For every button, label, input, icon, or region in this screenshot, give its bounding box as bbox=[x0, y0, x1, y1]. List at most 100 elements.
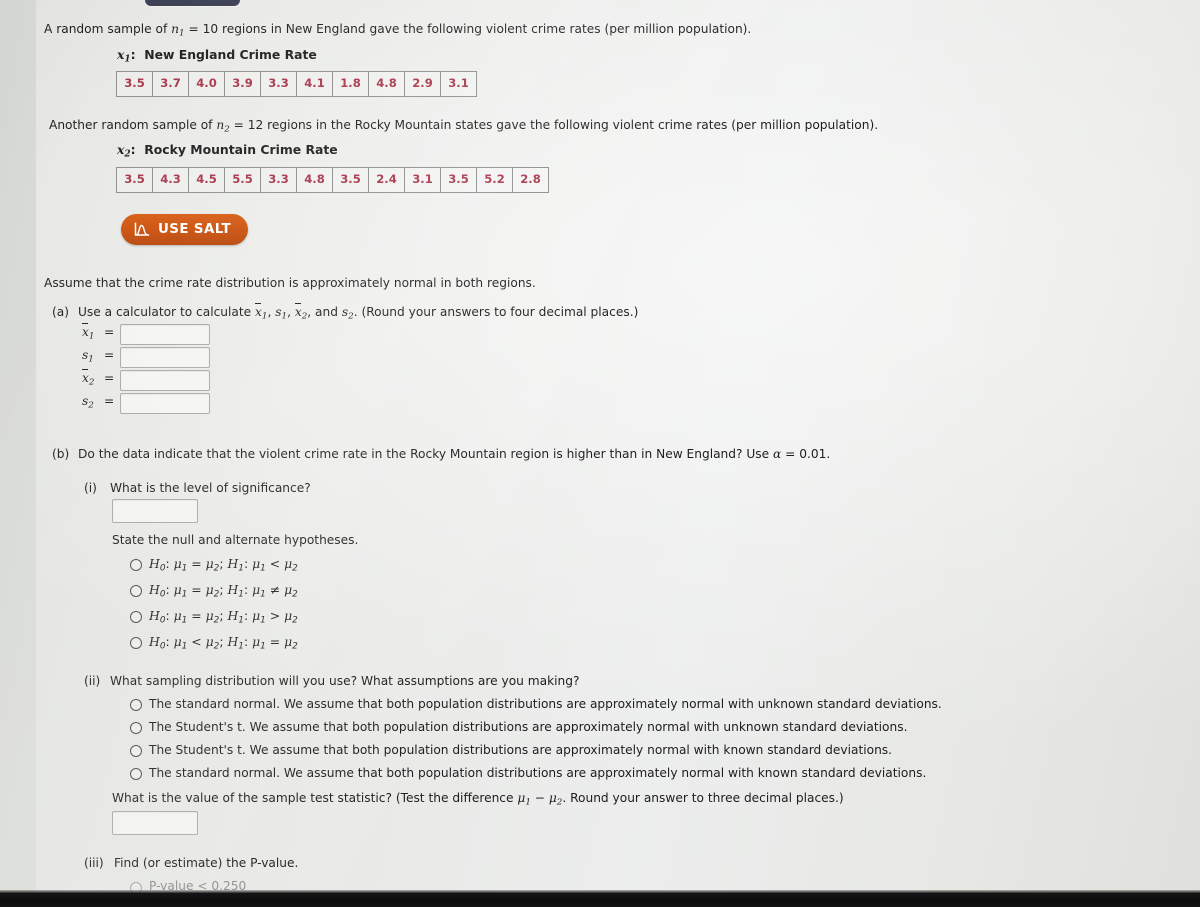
sampling-distribution-question-text: What sampling distribution will you use?… bbox=[110, 674, 580, 688]
sampling-option-4[interactable]: The standard normal. We assume that both… bbox=[130, 765, 926, 781]
statement-2-pre: Another random sample of bbox=[49, 118, 217, 132]
table-cell: 4.1 bbox=[296, 71, 333, 97]
table-cell: 2.9 bbox=[404, 71, 441, 97]
table-cell: 3.7 bbox=[152, 71, 189, 97]
radio-icon[interactable] bbox=[130, 637, 142, 649]
statement-sample-2: Another random sample of n2 = 12 regions… bbox=[49, 117, 878, 136]
table-cell: 3.5 bbox=[332, 167, 369, 193]
part-b-ii-tag: (ii) bbox=[84, 674, 101, 688]
hypothesis-option-3-label: H0: μ1 = μ2; H1: μ1 > μ2 bbox=[149, 608, 298, 626]
s1-symbol: s1 bbox=[275, 305, 288, 322]
statement-sample-1: A random sample of n1 = 10 regions in Ne… bbox=[44, 21, 751, 40]
part-a-prompt-post: (Round your answers to four decimal plac… bbox=[357, 305, 639, 319]
x1-bar-row: x1 = bbox=[82, 322, 115, 343]
table-2-label: x2: Rocky Mountain Crime Rate bbox=[117, 142, 338, 161]
sampling-option-4-label: The standard normal. We assume that both… bbox=[149, 766, 927, 780]
s1-label: s1 bbox=[82, 348, 94, 365]
table-cell: 4.0 bbox=[188, 71, 225, 97]
equals-sign: = bbox=[104, 348, 115, 362]
table-cell: 5.5 bbox=[224, 167, 261, 193]
sampling-option-3[interactable]: The Student's t. We assume that both pop… bbox=[130, 742, 892, 758]
hypothesis-option-2-label: H0: μ1 = μ2; H1: μ1 ≠ μ2 bbox=[149, 582, 298, 600]
part-b-iii-question: (iii) Find (or estimate) the P-value. bbox=[84, 855, 298, 871]
table-cell: 2.4 bbox=[368, 167, 405, 193]
n1-symbol: n1 bbox=[171, 22, 185, 39]
sampling-option-2[interactable]: The Student's t. We assume that both pop… bbox=[130, 719, 907, 735]
hypotheses-heading: State the null and alternate hypotheses. bbox=[112, 533, 359, 547]
x2-bar-label: x2 bbox=[82, 368, 95, 388]
p-value-question-text: Find (or estimate) the P-value. bbox=[114, 856, 299, 870]
s2-symbol: s2 bbox=[341, 305, 354, 322]
equals-sign: = bbox=[104, 371, 115, 385]
table-2-var-symbol: x2 bbox=[117, 142, 131, 160]
hypothesis-option-3[interactable]: H0: μ1 = μ2; H1: μ1 > μ2 bbox=[130, 608, 298, 627]
radio-icon[interactable] bbox=[130, 611, 142, 623]
part-a-tag: (a) bbox=[52, 305, 69, 319]
test-statistic-input[interactable] bbox=[112, 811, 198, 835]
hypothesis-option-2[interactable]: H0: μ1 = μ2; H1: μ1 ≠ μ2 bbox=[130, 582, 298, 601]
table-cell: 5.2 bbox=[476, 167, 513, 193]
screen-photo-frame: A random sample of n1 = 10 regions in Ne… bbox=[0, 0, 1200, 907]
table-row: 3.5 3.7 4.0 3.9 3.3 4.1 1.8 4.8 2.9 3.1 bbox=[116, 71, 477, 97]
s1-input[interactable] bbox=[120, 347, 210, 368]
radio-icon[interactable] bbox=[130, 768, 142, 780]
hypothesis-option-1-label: H0: μ1 = μ2; H1: μ1 < μ2 bbox=[149, 556, 298, 574]
table-cell: 3.5 bbox=[116, 71, 153, 97]
table-2-title: Rocky Mountain Crime Rate bbox=[144, 142, 338, 157]
part-a-prompt-pre: Use a calculator to calculate bbox=[78, 305, 256, 319]
equals-sign: = bbox=[104, 394, 115, 408]
radio-icon[interactable] bbox=[130, 585, 142, 597]
use-salt-button[interactable]: USE SALT bbox=[121, 214, 248, 245]
x2-bar-symbol: x2 bbox=[294, 302, 308, 322]
part-b-prompt-post: = 0.01. bbox=[781, 447, 831, 461]
table-cell: 3.1 bbox=[404, 167, 441, 193]
table-cell: 4.8 bbox=[368, 71, 405, 97]
table-cell: 2.8 bbox=[512, 167, 549, 193]
x2-bar-input[interactable] bbox=[120, 370, 210, 391]
x1-bar-label: x1 bbox=[82, 322, 95, 342]
table-1-colon: : bbox=[130, 47, 136, 62]
browser-tab-stub[interactable] bbox=[145, 0, 240, 6]
distribution-curve-icon bbox=[134, 222, 150, 237]
table-1-title: New England Crime Rate bbox=[144, 47, 317, 62]
significance-question-text: What is the level of significance? bbox=[110, 481, 311, 495]
level-of-significance-input[interactable] bbox=[112, 499, 198, 523]
equals-sign: = bbox=[104, 325, 115, 339]
radio-icon[interactable] bbox=[130, 722, 142, 734]
test-statistic-question-post: . Round your answer to three decimal pla… bbox=[562, 791, 844, 805]
part-b-tag: (b) bbox=[52, 447, 70, 461]
sampling-option-1-label: The standard normal. We assume that both… bbox=[149, 697, 942, 711]
hypothesis-option-4-label: H0: μ1 < μ2; H1: μ1 = μ2 bbox=[149, 634, 298, 652]
statement-1-pre: A random sample of bbox=[44, 22, 172, 36]
table-cell: 3.5 bbox=[440, 167, 477, 193]
n2-symbol: n2 bbox=[216, 118, 230, 135]
table-cell: 3.9 bbox=[224, 71, 261, 97]
table-cell: 1.8 bbox=[332, 71, 369, 97]
part-b-prompt-pre: Do the data indicate that the violent cr… bbox=[78, 447, 774, 461]
table-cell: 4.3 bbox=[152, 167, 189, 193]
hypothesis-option-1[interactable]: H0: μ1 = μ2; H1: μ1 < μ2 bbox=[130, 556, 298, 575]
table-cell: 3.5 bbox=[116, 167, 153, 193]
screen-bottom-bezel bbox=[0, 890, 1200, 907]
test-statistic-question: What is the value of the sample test sta… bbox=[112, 790, 844, 809]
use-salt-label: USE SALT bbox=[158, 222, 231, 237]
mu-difference-symbol: μ1 − μ2 bbox=[517, 791, 563, 808]
test-statistic-question-pre: What is the value of the sample test sta… bbox=[112, 791, 518, 805]
part-b-i-tag: (i) bbox=[84, 481, 97, 495]
x1-bar-input[interactable] bbox=[120, 324, 210, 345]
s1-row: s1 = bbox=[82, 347, 114, 366]
rocky-mountain-crime-rate-table: 3.5 4.3 4.5 5.5 3.3 4.8 3.5 2.4 3.1 3.5 … bbox=[116, 167, 549, 193]
statement-2-post: = 12 regions in the Rocky Mountain state… bbox=[229, 118, 879, 132]
sampling-option-1[interactable]: The standard normal. We assume that both… bbox=[130, 696, 942, 712]
radio-icon[interactable] bbox=[130, 559, 142, 571]
table-row: 3.5 4.3 4.5 5.5 3.3 4.8 3.5 2.4 3.1 3.5 … bbox=[116, 167, 549, 193]
table-cell: 3.3 bbox=[260, 71, 297, 97]
x2-bar-row: x2 = bbox=[82, 368, 115, 389]
s2-input[interactable] bbox=[120, 393, 210, 414]
radio-icon[interactable] bbox=[130, 745, 142, 757]
table-2-colon: : bbox=[130, 142, 136, 157]
sampling-option-2-label: The Student's t. We assume that both pop… bbox=[149, 720, 908, 734]
radio-icon[interactable] bbox=[130, 699, 142, 711]
table-1-var-symbol: x1 bbox=[117, 47, 131, 65]
hypothesis-option-4[interactable]: H0: μ1 < μ2; H1: μ1 = μ2 bbox=[130, 634, 298, 653]
